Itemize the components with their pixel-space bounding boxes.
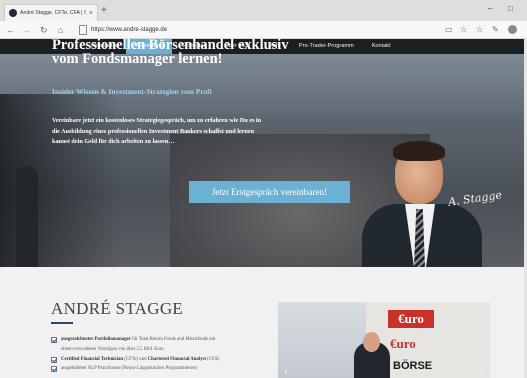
site-favicon-icon xyxy=(9,9,17,17)
portrait-hair xyxy=(393,141,445,161)
euro-logo-secondary: €uro xyxy=(390,336,416,351)
notes-icon[interactable]: ✎ xyxy=(492,24,499,36)
checkbox-icon xyxy=(51,356,57,363)
maximize-window-button[interactable]: □ xyxy=(508,4,513,14)
speaker-silhouette xyxy=(16,166,38,267)
list-item: ausgezeichneter Portfoliomanager für Tot… xyxy=(51,335,271,345)
browser-tab[interactable]: André Stagge, CFTe, CFA | Semin × xyxy=(4,4,98,21)
nav-item-pro-trader-programm[interactable]: Pro-Trader-Programm xyxy=(290,39,363,54)
new-tab-button[interactable]: + xyxy=(101,5,107,17)
presenter-head xyxy=(363,332,380,352)
hero-title: Professionellen Börsenhandel exklusiv vo… xyxy=(52,37,289,67)
refresh-button[interactable]: ↻ xyxy=(40,24,48,36)
address-bar[interactable]: https://www.andre-stagge.de xyxy=(91,25,167,35)
page-icon xyxy=(79,25,87,35)
heading-underline xyxy=(51,322,73,324)
favorite-star-icon[interactable]: ☆ xyxy=(460,24,467,36)
image-slider[interactable]: €uro €uro BÖRSE ‹ › xyxy=(278,302,490,378)
profile-icon[interactable] xyxy=(508,25,517,34)
boerse-logo: BÖRSE xyxy=(393,360,433,372)
tab-close-icon[interactable]: × xyxy=(89,10,93,17)
reading-view-icon[interactable]: ▭ xyxy=(445,24,453,36)
slider-next-icon[interactable]: › xyxy=(477,365,487,378)
list-item: Certified Financial Technician (CFTe) un… xyxy=(51,355,271,365)
checkbox-icon xyxy=(51,337,57,343)
hero-section xyxy=(0,54,527,267)
hero-subtitle: Insider Wissen & Investment-Strategien v… xyxy=(52,87,212,96)
cta-button[interactable]: Jetzt Erstgespräch vereinbaren! xyxy=(189,181,350,203)
nav-item-kontakt[interactable]: Kontakt xyxy=(363,39,400,54)
minimize-window-button[interactable]: – xyxy=(488,4,492,14)
tab-title: André Stagge, CFTe, CFA | Semin xyxy=(20,10,86,16)
home-button[interactable]: ⌂ xyxy=(58,24,63,36)
list-item: ausgebildeter NLP Practitioner (Neuro-Li… xyxy=(51,364,271,374)
checkbox-icon xyxy=(51,366,57,373)
qualification-list: ausgezeichneter Portfoliomanager für Tot… xyxy=(51,335,271,374)
hero-body: Vereinbare jetzt ein kostenloses Strateg… xyxy=(52,117,262,145)
euro-logo: €uro xyxy=(388,310,434,328)
forward-button[interactable]: → xyxy=(22,24,31,36)
browser-tab-strip: André Stagge, CFTe, CFA | Semin × + – □ xyxy=(0,0,527,21)
slider-prev-icon[interactable]: ‹ xyxy=(281,365,291,378)
list-item-continued: einem verwalteten Vermögen von über 2,5 … xyxy=(61,346,164,352)
about-heading: ANDRÉ STAGGE xyxy=(51,299,184,318)
favorites-hub-icon[interactable]: ☆ xyxy=(476,24,483,36)
back-button[interactable]: ← xyxy=(6,24,15,36)
